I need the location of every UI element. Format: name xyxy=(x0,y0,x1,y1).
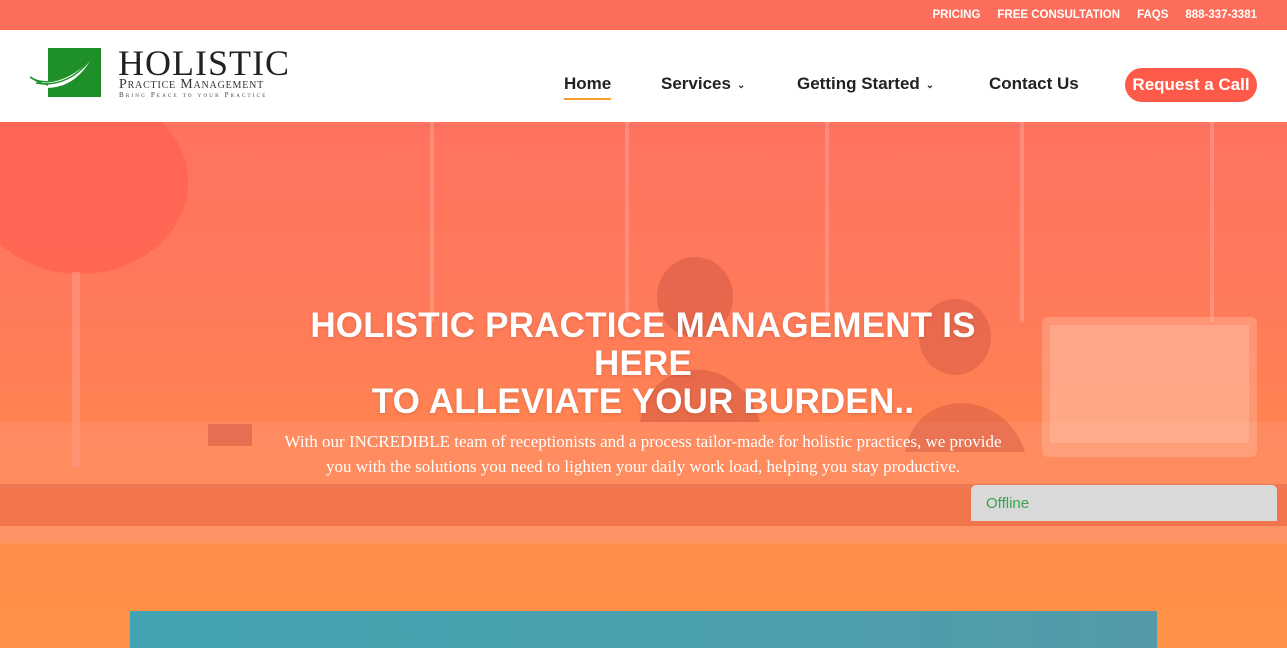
hero-headline: HOLISTIC PRACTICE MANAGEMENT IS HERE TO … xyxy=(263,307,1023,421)
topbar-pricing-link[interactable]: PRICING xyxy=(932,9,980,21)
nav-home-label: Home xyxy=(564,74,612,93)
live-chat-widget[interactable]: Offline xyxy=(971,485,1277,521)
nav-contact-label: Contact Us xyxy=(989,74,1079,93)
nav-services[interactable]: Services ⌄ xyxy=(661,74,745,94)
topbar-faqs-link[interactable]: FAQS xyxy=(1137,9,1168,21)
teal-content-panel xyxy=(130,611,1157,648)
site-header: HOLISTIC Practice Management Bring Peace… xyxy=(0,30,1287,122)
nav-active-indicator xyxy=(564,98,612,100)
hero-content: HOLISTIC PRACTICE MANAGEMENT IS HERE TO … xyxy=(263,307,1023,479)
nav-services-label: Services xyxy=(661,74,731,93)
hero-description: With our INCREDIBLE team of receptionist… xyxy=(284,432,1002,476)
nav-contact-us[interactable]: Contact Us xyxy=(989,74,1079,94)
nav-home[interactable]: Home xyxy=(564,74,612,100)
topbar-free-consultation-link[interactable]: FREE CONSULTATION xyxy=(997,9,1120,21)
nav-getting-started[interactable]: Getting Started ⌄ xyxy=(797,74,934,94)
hero-section: HOLISTIC PRACTICE MANAGEMENT IS HERE TO … xyxy=(0,122,1287,648)
main-navigation: Home Services ⌄ Getting Started ⌄ Contac… xyxy=(0,30,1287,122)
request-a-call-button[interactable]: Request a Call xyxy=(1125,68,1257,102)
hero-headline-line-2: TO ALLEVIATE YOUR BURDEN.. xyxy=(371,382,915,421)
nav-getting-started-label: Getting Started xyxy=(797,74,920,93)
chat-status-label: Offline xyxy=(986,494,1030,512)
topbar-phone-link[interactable]: 888-337-3381 xyxy=(1185,9,1257,21)
chevron-down-icon: ⌄ xyxy=(736,79,746,91)
top-utility-bar: PRICING FREE CONSULTATION FAQS 888-337-3… xyxy=(0,0,1287,30)
chevron-down-icon: ⌄ xyxy=(925,79,935,91)
hero-headline-line-1: HOLISTIC PRACTICE MANAGEMENT IS HERE xyxy=(310,306,976,383)
